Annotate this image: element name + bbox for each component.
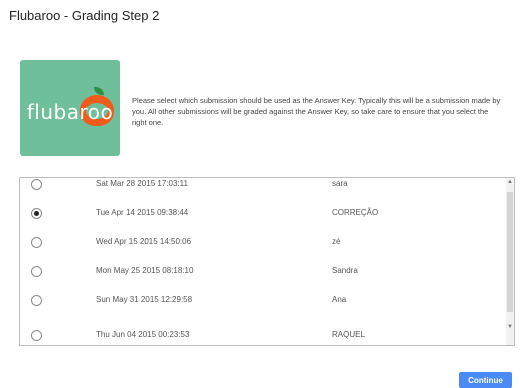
submission-name: Sandra bbox=[332, 266, 358, 275]
submission-row[interactable]: Tue Apr 14 2015 09:38:44 CORREÇÃO bbox=[20, 200, 504, 228]
submission-date: Sat Mar 28 2015 17:03:11 bbox=[96, 179, 188, 188]
submission-name: Ana bbox=[332, 295, 347, 304]
submission-name: zé bbox=[332, 237, 341, 246]
radio-button[interactable] bbox=[31, 237, 42, 248]
radio-button[interactable] bbox=[31, 179, 42, 190]
submission-list[interactable]: Sat Mar 28 2015 17:03:11 sara Tue Apr 14… bbox=[19, 177, 515, 346]
scroll-up-icon[interactable]: ▲ bbox=[506, 179, 514, 185]
submission-row[interactable]: Thu Jun 04 2015 00:23:53 RAQUEL bbox=[20, 322, 504, 345]
submission-row[interactable]: Sun May 31 2015 12:29:58 Ana bbox=[20, 287, 504, 315]
scroll-down-icon[interactable]: ▼ bbox=[506, 324, 514, 330]
radio-button-selected[interactable] bbox=[31, 208, 42, 219]
submission-name: RAQUEL bbox=[332, 330, 365, 339]
radio-button[interactable] bbox=[31, 295, 42, 306]
radio-button[interactable] bbox=[31, 330, 42, 341]
submission-date: Mon May 25 2015 08:18:10 bbox=[96, 266, 194, 275]
continue-button[interactable]: Continue bbox=[459, 372, 512, 388]
scrollbar-thumb[interactable] bbox=[507, 192, 513, 312]
submission-row[interactable]: Mon May 25 2015 08:18:10 Sandra bbox=[20, 258, 504, 286]
submission-row[interactable]: Sat Mar 28 2015 17:03:11 sara bbox=[20, 178, 504, 199]
radio-button[interactable] bbox=[31, 266, 42, 277]
submission-row[interactable]: Wed Apr 15 2015 14:50:06 zé bbox=[20, 229, 504, 257]
list-scrollbar[interactable]: ▲ ▼ bbox=[506, 178, 514, 345]
submission-date: Thu Jun 04 2015 00:23:53 bbox=[96, 330, 190, 339]
submission-name: sara bbox=[332, 179, 348, 188]
flubaroo-logo: flubaroo bbox=[20, 60, 120, 156]
submission-name: CORREÇÃO bbox=[332, 208, 379, 217]
dialog-title: Flubaroo - Grading Step 2 bbox=[9, 8, 160, 23]
submission-date: Tue Apr 14 2015 09:38:44 bbox=[96, 208, 189, 217]
submission-date: Sun May 31 2015 12:29:58 bbox=[96, 295, 193, 304]
submission-date: Wed Apr 15 2015 14:50:06 bbox=[96, 237, 192, 246]
logo-text: flubaroo bbox=[26, 100, 114, 124]
instructions-text: Please select which submission should be… bbox=[132, 96, 501, 127]
